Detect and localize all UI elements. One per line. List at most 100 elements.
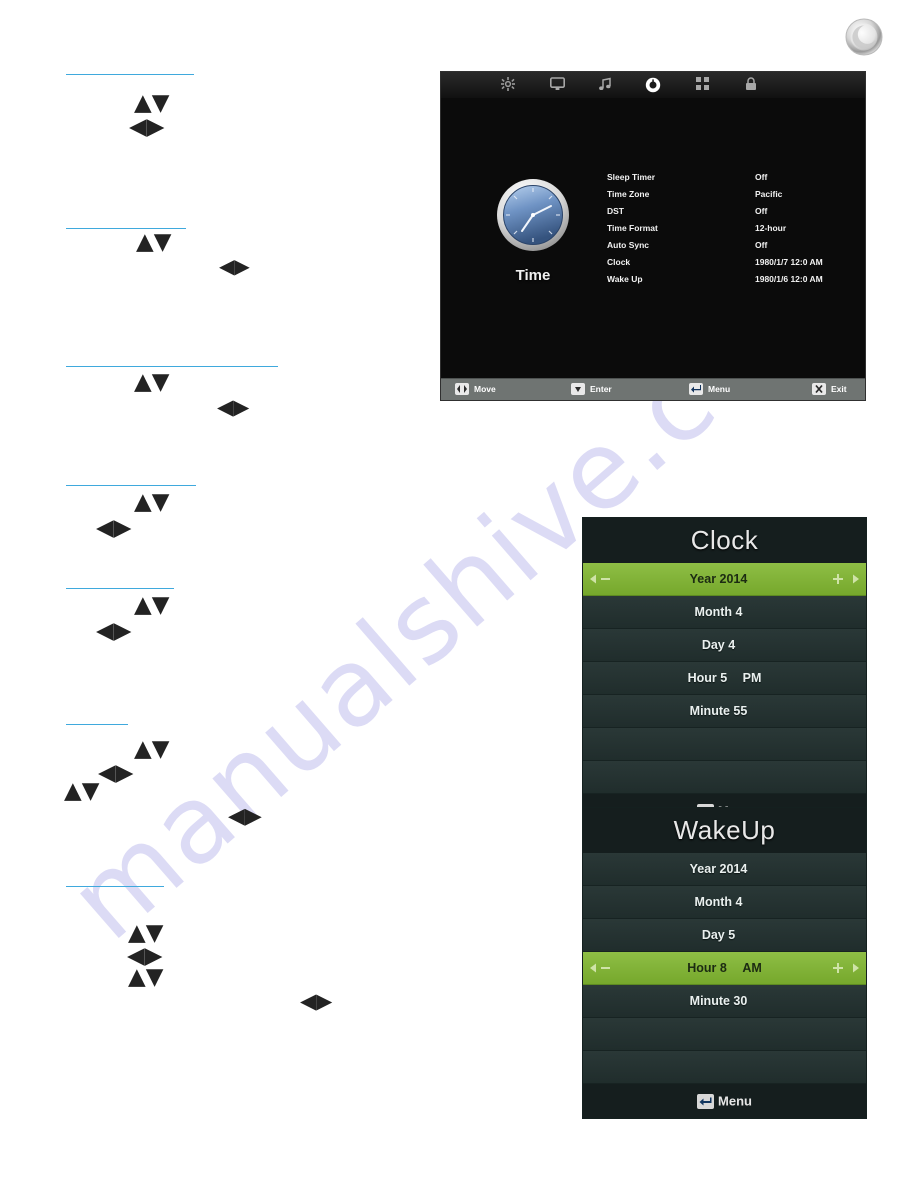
section-sleep-timer bbox=[66, 74, 194, 75]
osd-setting-value: 1980/1/6 12:0 AM bbox=[755, 274, 823, 284]
heading-rule bbox=[66, 485, 196, 486]
osd-setting-row[interactable]: Sleep Timer Off bbox=[607, 172, 857, 189]
osd-setting-row[interactable]: Auto Sync Off bbox=[607, 240, 857, 257]
osd-setting-label: Clock bbox=[607, 257, 631, 267]
arrow-cluster-up-down: ▲▼ bbox=[134, 92, 169, 115]
section-auto-sync bbox=[66, 588, 174, 589]
clock-row-label: Month 4 bbox=[694, 605, 743, 619]
clock-row-label: Minute 55 bbox=[689, 704, 748, 718]
wakeup-row-label: Day 5 bbox=[701, 928, 736, 942]
heading-rule bbox=[66, 886, 164, 887]
settings-gear-icon[interactable] bbox=[497, 75, 519, 95]
osd-setting-value: 1980/1/7 12:0 AM bbox=[755, 257, 823, 267]
arrow-left-icon: ◀ bbox=[96, 618, 114, 644]
wakeup-row-month[interactable]: Month 4 bbox=[583, 886, 866, 919]
arrow-cluster-left-right: ◀▶ bbox=[96, 517, 131, 540]
arrow-up-icon: ▲ bbox=[134, 489, 152, 515]
arrow-right-icon: ▶ bbox=[113, 618, 132, 644]
arrow-cluster-up-down: ▲▼ bbox=[134, 738, 169, 761]
clock-row-day[interactable]: Day 4 bbox=[583, 629, 866, 662]
arrow-up-icon: ▲ bbox=[134, 736, 152, 762]
increment-control[interactable] bbox=[831, 952, 861, 984]
wakeup-row-hour[interactable]: Hour 8 AM bbox=[583, 952, 866, 985]
osd-setting-row[interactable]: Clock 1980/1/7 12:0 AM bbox=[607, 257, 857, 274]
clock-panel: Clock Year 2014 Month 4 Day 4 Hour 5 PM … bbox=[583, 518, 866, 828]
wakeup-row-blank bbox=[583, 1018, 866, 1051]
osd-nav-bar bbox=[441, 72, 865, 99]
arrow-cluster-left-right: ◀▶ bbox=[228, 806, 262, 828]
arrow-left-icon: ◀ bbox=[300, 989, 317, 1013]
osd-hint-menu: Menu bbox=[689, 383, 730, 395]
arrow-cluster-left-right: ◀▶ bbox=[300, 991, 332, 1012]
clock-panel-title: Clock bbox=[583, 518, 866, 563]
arrow-down-icon: ▼ bbox=[151, 369, 170, 395]
clock-row-hour[interactable]: Hour 5 PM bbox=[583, 662, 866, 695]
clock-row-month[interactable]: Month 4 bbox=[583, 596, 866, 629]
osd-setting-label: DST bbox=[607, 206, 624, 216]
wakeup-row-label: Year 2014 bbox=[689, 862, 748, 876]
clock-row-label: Hour 5 bbox=[687, 671, 728, 685]
clock-row-label: Year 2014 bbox=[689, 572, 748, 586]
osd-hint-label: Menu bbox=[708, 384, 731, 394]
arrow-right-icon: ▶ bbox=[113, 515, 132, 541]
apps-grid-icon[interactable] bbox=[691, 75, 713, 95]
section-time-format bbox=[66, 485, 196, 486]
arrow-cluster-up-down: ▲▼ bbox=[134, 594, 169, 617]
arrow-right-icon: ▶ bbox=[233, 395, 250, 419]
arrow-left-icon: ◀ bbox=[96, 515, 114, 541]
exit-key-icon bbox=[812, 383, 826, 395]
heading-rule bbox=[66, 366, 278, 367]
clock-row-year[interactable]: Year 2014 bbox=[583, 563, 866, 596]
wakeup-panel-footer-label: Menu bbox=[718, 1093, 752, 1109]
arrow-down-icon: ▼ bbox=[145, 920, 164, 946]
arrow-down-icon: ▼ bbox=[151, 592, 170, 618]
decrement-control[interactable] bbox=[588, 563, 618, 595]
arrow-right-icon: ▶ bbox=[115, 760, 134, 786]
osd-content: Time Sleep Timer Off Time Zone Pacific D… bbox=[441, 98, 865, 379]
osd-setting-row[interactable]: Time Format 12-hour bbox=[607, 223, 857, 240]
arrow-up-icon: ▲ bbox=[134, 90, 152, 116]
arrow-up-icon: ▲ bbox=[128, 920, 146, 946]
osd-hint-exit: Exit bbox=[812, 383, 847, 395]
wakeup-row-ampm: AM bbox=[742, 961, 762, 975]
arrow-cluster-up-down: ▲▼ bbox=[128, 966, 163, 989]
wakeup-row-day[interactable]: Day 5 bbox=[583, 919, 866, 952]
parental-lock-icon[interactable] bbox=[740, 75, 762, 95]
osd-setting-value: Off bbox=[755, 172, 768, 182]
picture-monitor-icon[interactable] bbox=[546, 75, 568, 95]
wakeup-row-minute[interactable]: Minute 30 bbox=[583, 985, 866, 1018]
arrow-up-icon: ▲ bbox=[136, 229, 154, 255]
arrow-right-icon: ▶ bbox=[146, 114, 165, 140]
wakeup-panel-title: WakeUp bbox=[583, 808, 866, 853]
clock-row-blank bbox=[583, 761, 866, 794]
arrow-cluster-up-down: ▲▼ bbox=[64, 780, 99, 803]
arrow-left-icon: ◀ bbox=[129, 114, 147, 140]
circular-chrome-logo-icon bbox=[845, 18, 883, 56]
osd-screenshot: Time Sleep Timer Off Time Zone Pacific D… bbox=[441, 72, 865, 400]
increment-control[interactable] bbox=[831, 563, 861, 595]
wakeup-row-year[interactable]: Year 2014 bbox=[583, 853, 866, 886]
osd-setting-row[interactable]: DST Off bbox=[607, 206, 857, 223]
clock-row-label: Day 4 bbox=[701, 638, 736, 652]
osd-hint-label: Exit bbox=[831, 384, 847, 394]
wakeup-panel-footer[interactable]: Menu bbox=[583, 1084, 866, 1118]
arrow-down-icon: ▼ bbox=[151, 489, 170, 515]
arrow-left-icon: ◀ bbox=[217, 395, 234, 419]
arrow-down-icon: ▼ bbox=[145, 964, 164, 990]
osd-setting-label: Time Format bbox=[607, 223, 658, 233]
osd-hint-move: Move bbox=[455, 383, 496, 395]
arrow-left-icon: ◀ bbox=[219, 254, 235, 278]
down-key-icon bbox=[571, 383, 585, 395]
osd-setting-row[interactable]: Time Zone Pacific bbox=[607, 189, 857, 206]
arrow-cluster-left-right: ◀▶ bbox=[98, 762, 133, 785]
osd-hint-enter: Enter bbox=[571, 383, 612, 395]
audio-music-note-icon[interactable] bbox=[594, 75, 616, 95]
time-clock-icon[interactable] bbox=[642, 75, 664, 95]
arrow-up-icon: ▲ bbox=[134, 369, 152, 395]
arrow-right-icon: ▶ bbox=[244, 804, 262, 829]
arrow-left-icon: ◀ bbox=[98, 760, 116, 786]
arrow-up-icon: ▲ bbox=[64, 778, 82, 804]
osd-setting-row[interactable]: Wake Up 1980/1/6 12:0 AM bbox=[607, 274, 857, 291]
decrement-control[interactable] bbox=[588, 952, 618, 984]
clock-row-minute[interactable]: Minute 55 bbox=[583, 695, 866, 728]
